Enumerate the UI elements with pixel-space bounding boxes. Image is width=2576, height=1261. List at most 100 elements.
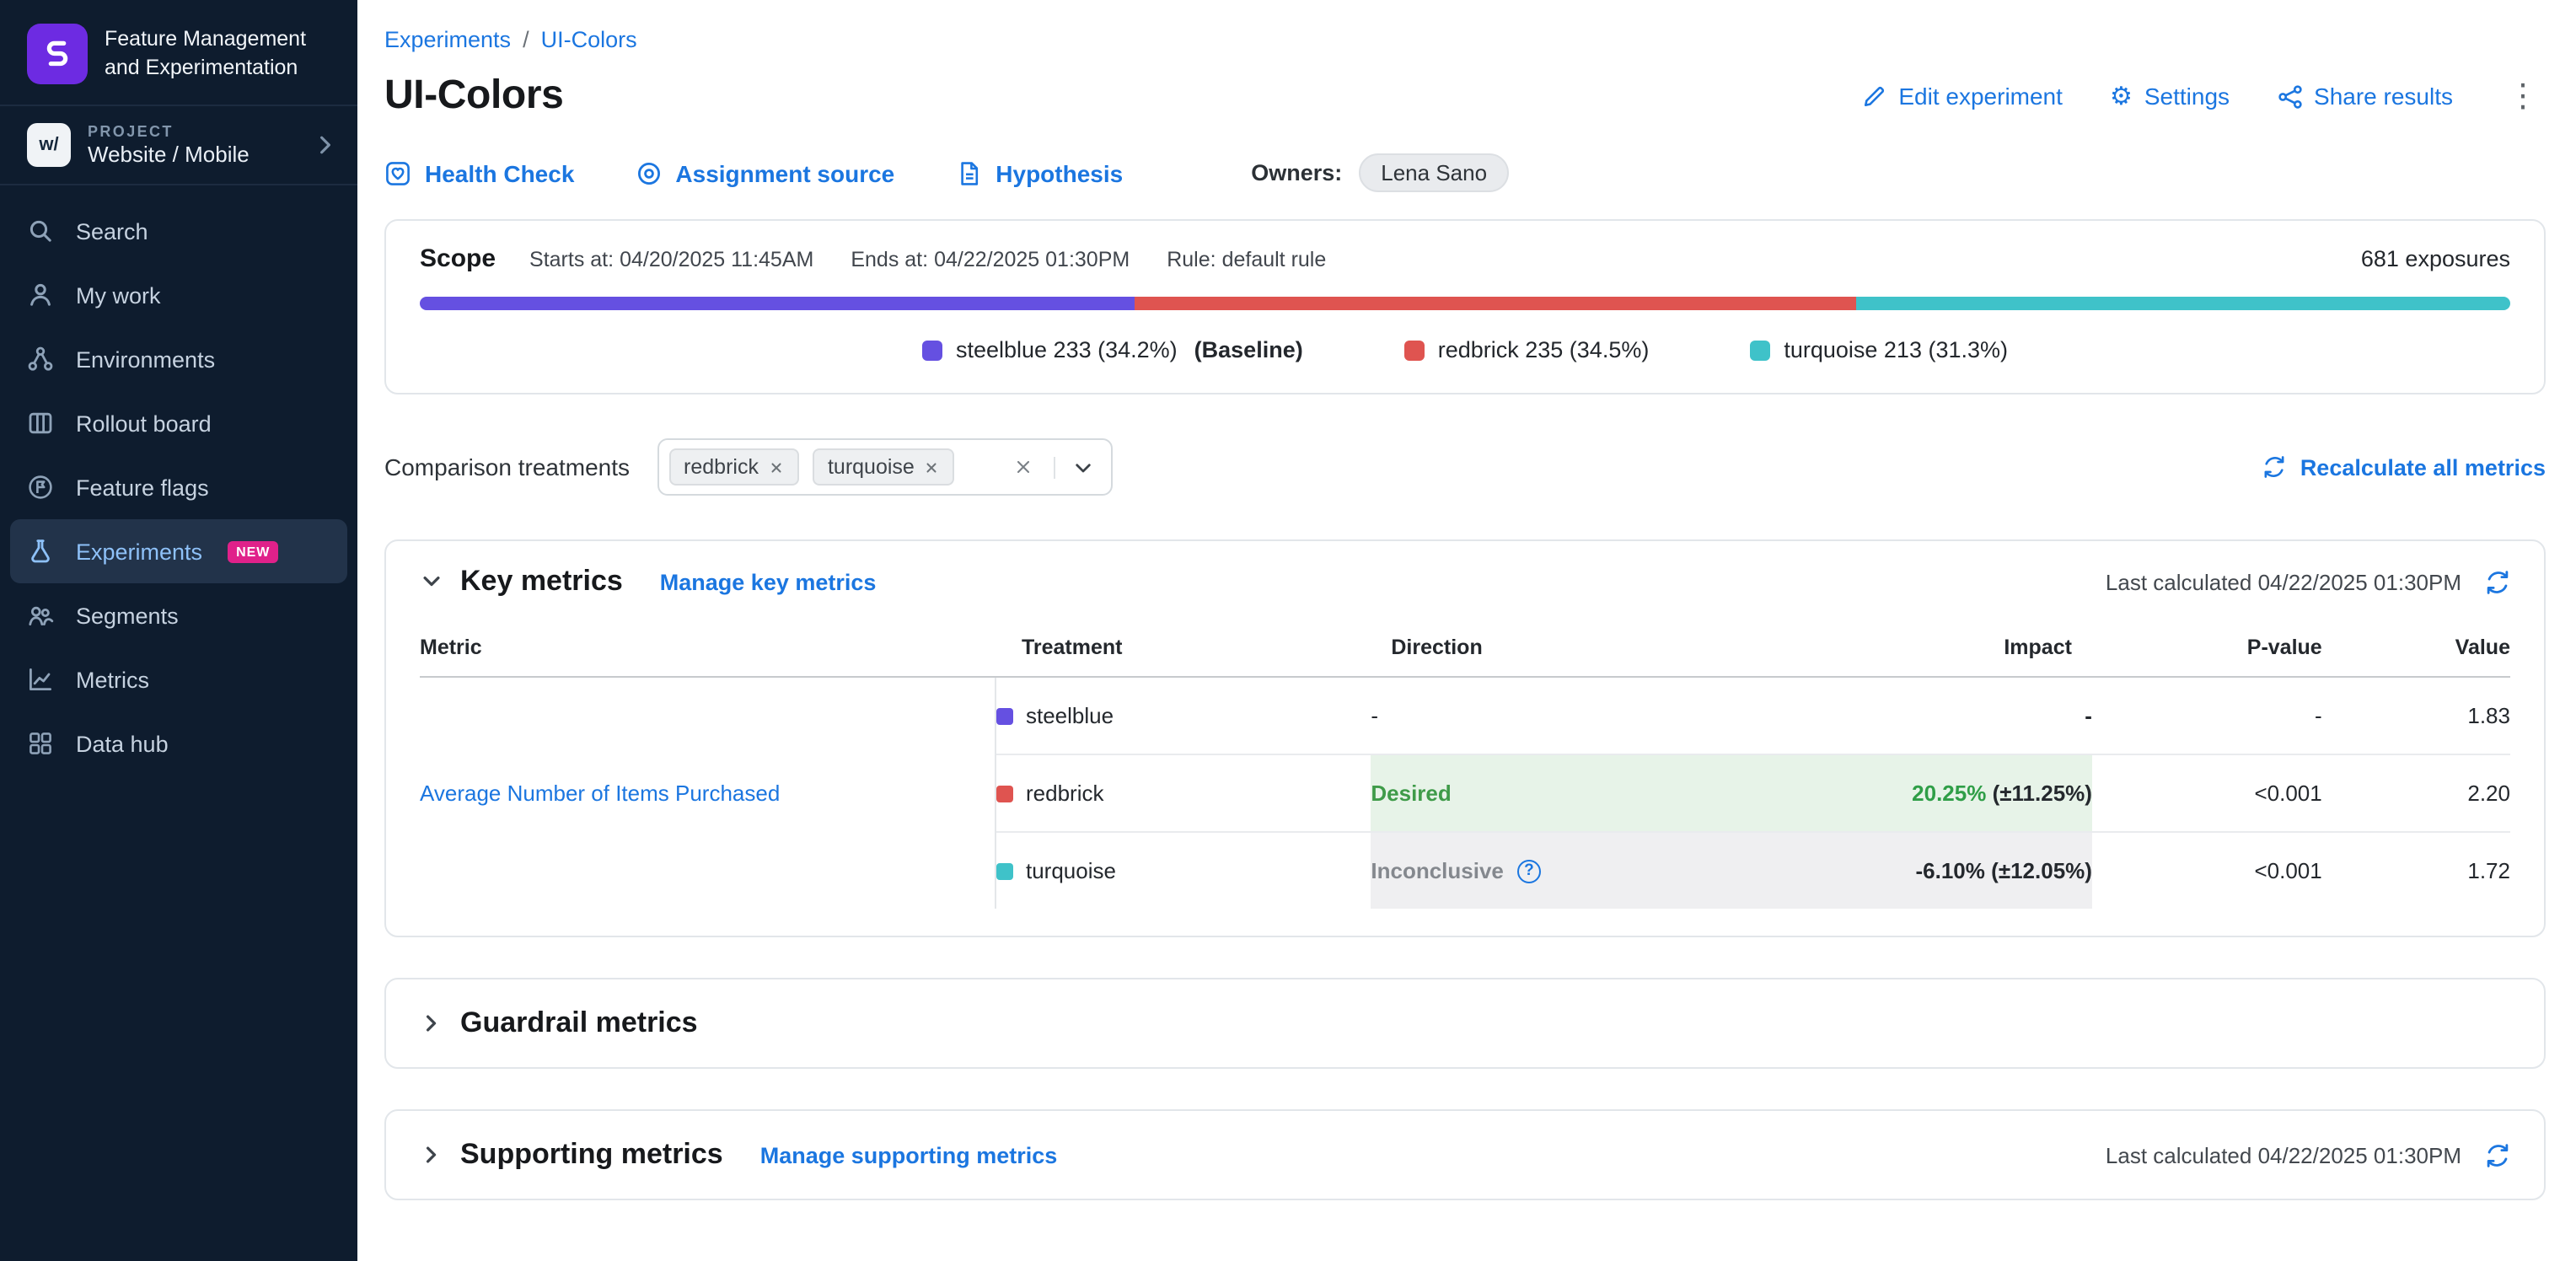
impact-cell: - — [1810, 677, 2092, 754]
comparison-treatments-select[interactable]: redbrick turquoise — [657, 438, 1112, 496]
metric-cell: Average Number of Items Purchased — [420, 677, 995, 909]
hypothesis-link[interactable]: Hypothesis — [955, 159, 1123, 186]
collapse-chevron-right-icon[interactable] — [420, 1143, 443, 1167]
app-logo-icon — [27, 24, 88, 84]
header-actions: Edit experiment ⚙ Settings Share results… — [1861, 80, 2546, 112]
breadcrumb-current[interactable]: UI-Colors — [541, 27, 637, 52]
chip-remove-icon[interactable] — [769, 459, 784, 475]
direction-cell: - — [1371, 677, 1810, 754]
clear-selection-icon[interactable] — [1009, 453, 1036, 480]
direction-cell: Desired — [1371, 754, 1810, 832]
legend-item-redbrick: redbrick 235 (34.5%) — [1404, 337, 1650, 362]
manage-key-metrics-link[interactable]: Manage key metrics — [660, 569, 877, 594]
scope-starts: Starts at: 04/20/2025 11:45AM — [529, 248, 813, 271]
exposure-bar-segment — [420, 297, 1135, 310]
treatment-cell: redbrick — [995, 754, 1371, 832]
treatment-cell: turquoise — [995, 832, 1371, 909]
exposure-bar — [420, 297, 2510, 310]
brand-title: Feature Management and Experimentation — [105, 25, 330, 83]
value-cell: 2.20 — [2322, 754, 2510, 832]
share-results-button[interactable]: Share results — [2277, 83, 2453, 110]
supporting-metrics-card: Supporting metrics Manage supporting met… — [384, 1109, 2546, 1200]
sidebar-item-data-hub[interactable]: Data hub — [10, 711, 347, 775]
recalculate-all-metrics-button[interactable]: Recalculate all metrics — [2263, 454, 2546, 480]
project-switcher[interactable]: w/ PROJECT Website / Mobile — [0, 105, 357, 185]
sidebar-item-rollout-board[interactable]: Rollout board — [10, 391, 347, 455]
exposures-count: 681 exposures — [2361, 246, 2510, 271]
refresh-metrics-button[interactable] — [2485, 569, 2510, 594]
user-icon — [27, 282, 54, 309]
owners: Owners: Lena Sano — [1251, 153, 1509, 192]
baseline-label: (Baseline) — [1194, 337, 1303, 362]
sidebar-item-my-work[interactable]: My work — [10, 263, 347, 327]
brand: Feature Management and Experimentation — [0, 0, 357, 105]
treatment-swatch — [996, 862, 1012, 879]
select-chevron-down-icon[interactable] — [1053, 456, 1093, 478]
refresh-icon — [2263, 455, 2287, 479]
treatment-chip-redbrick[interactable]: redbrick — [668, 448, 799, 486]
scope-meta: Starts at: 04/20/2025 11:45AM Ends at: 0… — [529, 248, 1326, 271]
health-check-icon — [384, 159, 411, 186]
breadcrumb-experiments[interactable]: Experiments — [384, 27, 511, 52]
owners-label: Owners: — [1251, 160, 1342, 185]
quick-links: Health Check Assignment source Hypothesi… — [384, 153, 2546, 192]
metrics-icon — [27, 666, 54, 693]
sidebar: Feature Management and Experimentation w… — [0, 0, 357, 1261]
collapse-chevron-right-icon[interactable] — [420, 1011, 443, 1035]
gear-icon: ⚙ — [2110, 83, 2133, 109]
legend-swatch — [922, 340, 942, 360]
key-metrics-table: Metric Treatment Direction Impact P-valu… — [420, 615, 2510, 909]
sidebar-item-label: Data hub — [76, 731, 169, 756]
breadcrumb: Experiments / UI-Colors — [384, 27, 2546, 52]
p-value-cell: <0.001 — [2092, 754, 2322, 832]
sidebar-item-segments[interactable]: Segments — [10, 583, 347, 647]
sidebar-item-search[interactable]: Search — [10, 199, 347, 263]
treatment-swatch — [996, 707, 1012, 724]
sidebar-item-metrics[interactable]: Metrics — [10, 647, 347, 711]
treatment-chip-turquoise[interactable]: turquoise — [813, 448, 955, 486]
sidebar-item-experiments[interactable]: Experiments NEW — [10, 519, 347, 583]
chip-remove-icon[interactable] — [925, 459, 940, 475]
comparison-row: Comparison treatments redbrick turquoise — [384, 438, 2546, 496]
guardrail-metrics-card: Guardrail metrics — [384, 978, 2546, 1069]
sidebar-item-label: Search — [76, 218, 148, 244]
sidebar-item-label: Rollout board — [76, 410, 212, 436]
assignment-source-link[interactable]: Assignment source — [635, 159, 894, 186]
sidebar-item-label: Metrics — [76, 667, 149, 692]
sidebar-item-label: Feature flags — [76, 475, 209, 500]
last-calculated-text: Last calculated 04/22/2025 01:30PM — [2106, 569, 2461, 594]
search-icon — [27, 217, 54, 244]
sidebar-nav: Search My work Environments Rollout boar… — [0, 185, 357, 789]
impact-cell: -6.10% (±12.05%) — [1810, 832, 2092, 909]
health-check-link[interactable]: Health Check — [384, 159, 574, 186]
owner-tag[interactable]: Lena Sano — [1359, 153, 1509, 192]
segments-icon — [27, 602, 54, 629]
flag-icon — [27, 474, 54, 501]
exposure-bar-segment — [1135, 297, 1856, 310]
pencil-icon — [1861, 83, 1886, 109]
project-label: PROJECT — [88, 123, 297, 140]
sidebar-item-feature-flags[interactable]: Feature flags — [10, 455, 347, 519]
project-meta: PROJECT Website / Mobile — [88, 123, 297, 167]
sidebar-item-environments[interactable]: Environments — [10, 327, 347, 391]
column-header-metric: Metric — [420, 615, 995, 677]
table-row: Average Number of Items Purchased steelb… — [420, 677, 2510, 754]
new-badge: NEW — [228, 540, 278, 562]
p-value-cell: <0.001 — [2092, 832, 2322, 909]
settings-button[interactable]: ⚙ Settings — [2110, 83, 2230, 110]
direction-cell: Inconclusive? — [1371, 832, 1810, 909]
legend-swatch — [1404, 340, 1425, 360]
scope-rule: Rule: default rule — [1167, 248, 1326, 271]
refresh-metrics-button[interactable] — [2485, 1142, 2510, 1167]
collapse-chevron-down-icon[interactable] — [420, 570, 443, 593]
more-menu-button[interactable]: ⋮ — [2500, 80, 2546, 112]
guardrail-metrics-title: Guardrail metrics — [460, 1006, 698, 1040]
manage-supporting-metrics-link[interactable]: Manage supporting metrics — [760, 1142, 1058, 1167]
info-question-icon[interactable]: ? — [1517, 859, 1541, 883]
metric-link[interactable]: Average Number of Items Purchased — [420, 781, 780, 806]
supporting-metrics-title: Supporting metrics — [460, 1138, 723, 1172]
edit-experiment-button[interactable]: Edit experiment — [1861, 83, 2063, 110]
breadcrumb-separator: / — [523, 27, 529, 52]
last-calculated-text: Last calculated 04/22/2025 01:30PM — [2106, 1142, 2461, 1167]
project-badge: w/ — [27, 123, 71, 167]
